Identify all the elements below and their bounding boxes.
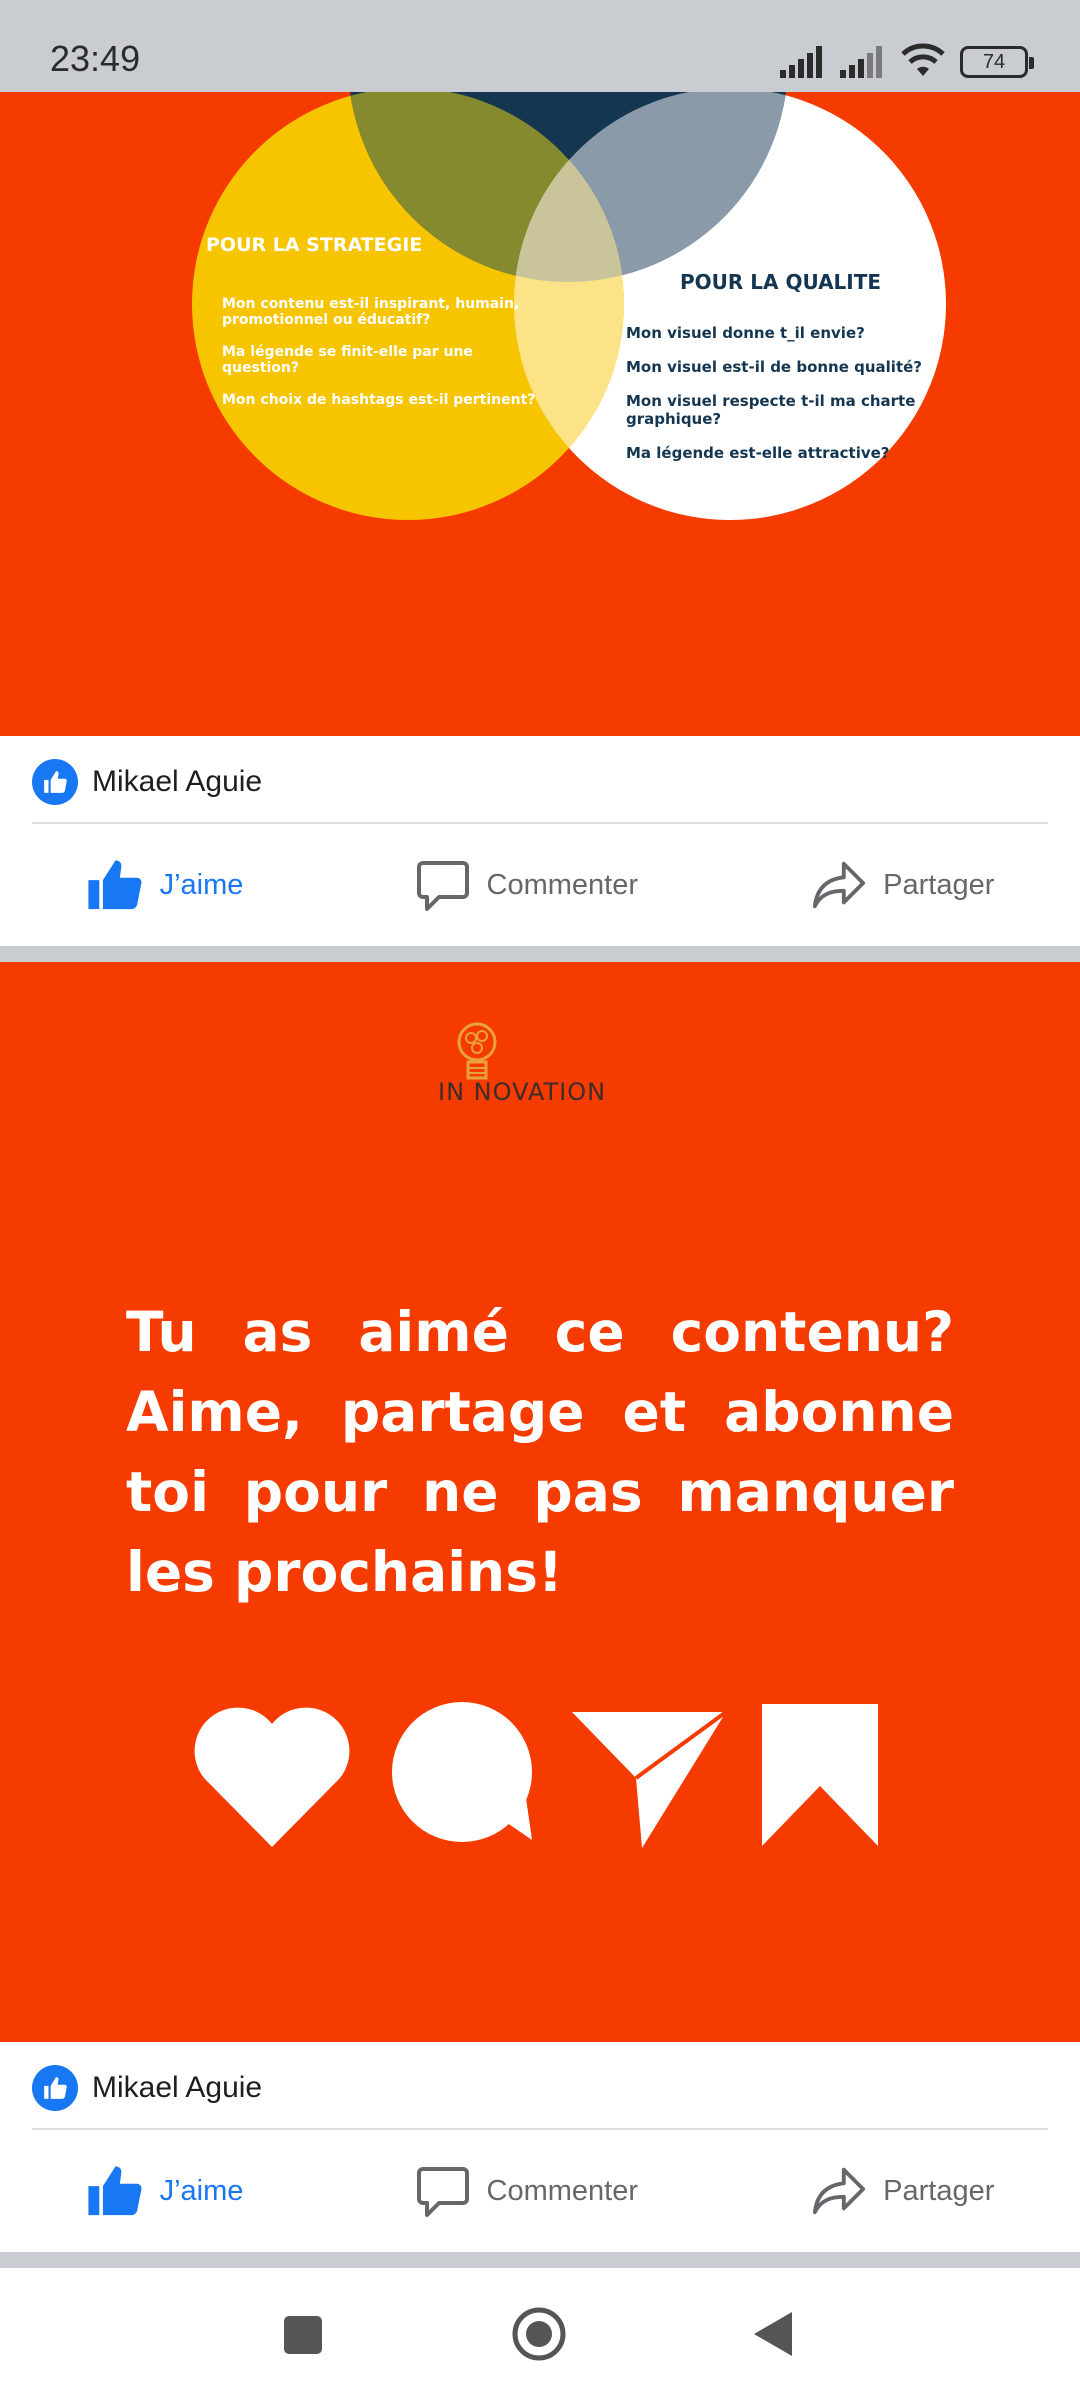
reaction-summary[interactable]: Mikael Aguie bbox=[32, 758, 262, 806]
post-image-promo[interactable]: IN NOVATION Tu as aimé ce contenu? Aime,… bbox=[0, 962, 1080, 2042]
status-icons: 74 bbox=[780, 38, 1034, 78]
like-reaction-icon bbox=[32, 2065, 78, 2111]
comment-button[interactable]: Commenter bbox=[415, 2163, 639, 2219]
reaction-name: Mikael Aguie bbox=[92, 2071, 263, 2104]
reaction-name: Mikael Aguie bbox=[92, 765, 263, 798]
venn-left-item: Mon choix de hashtags est-il pertinent? bbox=[222, 392, 536, 408]
venn-left-title: POUR LA STRATEGIE bbox=[206, 234, 423, 256]
logo-text: IN NOVATION bbox=[438, 1078, 607, 1106]
like-label: J’aime bbox=[159, 868, 244, 901]
share-label: Partager bbox=[883, 868, 995, 901]
share-button[interactable]: Partager bbox=[809, 857, 994, 913]
share-icon bbox=[813, 2167, 866, 2215]
venn-left-item: question? bbox=[222, 360, 300, 376]
venn-right-item: Mon visuel donne t_il envie? bbox=[626, 324, 865, 342]
comment-button[interactable]: Commenter bbox=[415, 857, 639, 913]
thumbs-up-icon bbox=[87, 860, 142, 910]
heart-icon bbox=[194, 1707, 350, 1847]
post-actions: J’aime Commenter Partager bbox=[0, 2130, 1080, 2252]
send-icon bbox=[572, 1710, 728, 1848]
post-image-venn[interactable]: POUR LA STRATEGIE Mon contenu est-il ins… bbox=[0, 92, 1080, 736]
share-label: Partager bbox=[883, 2174, 995, 2207]
reaction-summary[interactable]: Mikael Aguie bbox=[32, 2064, 262, 2112]
wifi-icon bbox=[901, 43, 945, 76]
like-label: J’aime bbox=[159, 2174, 244, 2207]
system-nav-bar bbox=[0, 2268, 1080, 2400]
comment-icon bbox=[416, 861, 469, 911]
like-reaction-icon bbox=[32, 759, 78, 805]
status-time: 23:49 bbox=[50, 38, 141, 79]
venn-right-item: Ma légende est-elle attractive? bbox=[626, 444, 890, 462]
venn-right-item: Mon visuel est-il de bonne qualité? bbox=[626, 358, 922, 376]
venn-diagram bbox=[192, 92, 946, 520]
comment-label: Commenter bbox=[486, 2174, 639, 2207]
share-icon bbox=[813, 861, 866, 909]
recent-apps-icon[interactable] bbox=[282, 2314, 324, 2356]
venn-left-item: Ma légende se finit-elle par une bbox=[222, 344, 473, 360]
venn-right-title: POUR LA QUALITE bbox=[680, 270, 882, 294]
like-button[interactable]: J’aime bbox=[86, 856, 244, 914]
signal-icon bbox=[780, 46, 822, 78]
battery-icon: 74 bbox=[960, 46, 1034, 78]
venn-right-item: graphique? bbox=[626, 410, 722, 428]
home-icon[interactable] bbox=[511, 2306, 567, 2362]
comment-icon bbox=[416, 2167, 469, 2217]
post-footer: Mikael Aguie J’aime Commenter Partager bbox=[0, 736, 1080, 946]
comment-label: Commenter bbox=[486, 868, 639, 901]
speech-bubble-icon bbox=[392, 1702, 532, 1842]
share-button[interactable]: Partager bbox=[809, 2163, 994, 2219]
thumbs-up-icon bbox=[87, 2166, 142, 2216]
venn-left-item: promotionnel ou éducatif? bbox=[222, 312, 431, 328]
venn-right-item: Mon visuel respecte t-il ma charte bbox=[626, 392, 916, 410]
post-actions: J’aime Commenter Partager bbox=[0, 824, 1080, 946]
like-button[interactable]: J’aime bbox=[86, 2162, 244, 2220]
venn-left-item: Mon contenu est-il inspirant, humain, bbox=[222, 296, 520, 312]
status-bar: 23:49 74 bbox=[0, 0, 1080, 92]
back-icon[interactable] bbox=[752, 2310, 794, 2358]
signal-icon bbox=[840, 46, 882, 78]
bookmark-icon bbox=[762, 1704, 878, 1846]
promo-text: Tu as aimé ce contenu? Aime, partage et … bbox=[126, 1300, 954, 1604]
post-footer: Mikael Aguie J’aime Commenter Partager bbox=[0, 2042, 1080, 2252]
